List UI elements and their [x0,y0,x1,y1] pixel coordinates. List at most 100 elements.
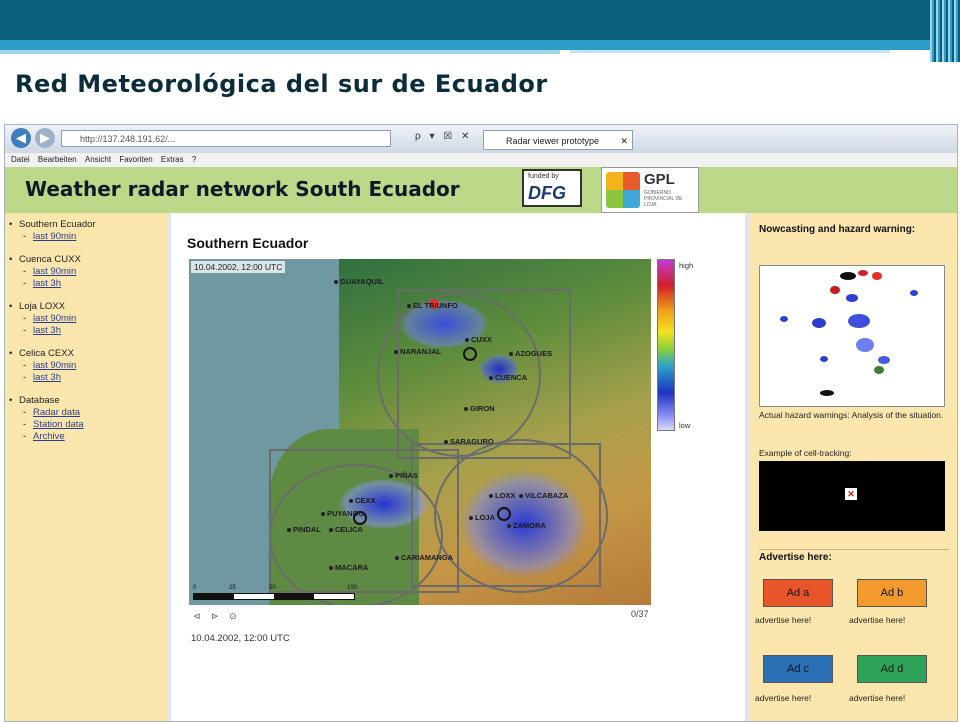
dfg-funded-by: funded by [528,173,559,180]
back-arrow-icon[interactable]: ◀ [11,128,31,148]
hazard-cell [846,294,858,302]
address-bar[interactable]: http://137.248.191.62/... [61,130,391,147]
city-label: PIÑAS [389,471,418,480]
scale-label: 0 [193,585,197,591]
sidebar-group-loja: Loja LOXX last 90min last 3h [9,301,167,336]
sidebar-group-database: Database Radar data Station data Archive [9,395,167,442]
city-label: PINDAL [287,525,321,534]
menu-bar: Datei Bearbeiten Ansicht Favoriten Extra… [5,153,957,168]
ad-d-button[interactable]: Ad d [857,655,927,683]
ad-b-button[interactable]: Ad b [857,579,927,607]
ad-note: advertise here! [755,693,812,703]
city-label: MACARA [329,563,368,572]
city-label: CEXX [349,496,375,505]
browser-tab[interactable]: Radar viewer prototype ✕ [483,130,633,150]
scale-label: 50 [269,585,276,591]
forward-arrow-icon[interactable]: ▶ [35,128,55,148]
legend-low-label: low [679,421,691,430]
hazard-caption: Actual hazard warnings: Analysis of the … [759,410,944,420]
browser-window: ◀ ▶ http://137.248.191.62/... ρ ▾ ☒ ✕ Ra… [4,124,958,722]
sidebar-link-last-90min[interactable]: last 90min [19,360,167,371]
site-header: Weather radar network South Ecuador fund… [5,167,957,213]
sidebar-group-celica: Celica CEXX last 90min last 3h [9,348,167,383]
hazard-cell [910,290,918,296]
city-label: SARAGURO [444,437,494,446]
sidebar-group-label: Southern Ecuador [9,219,167,230]
slide-accent-line [0,50,560,54]
gpl-mosaic-icon [606,172,640,208]
radar-box-cuxx [397,289,571,459]
slide-top-band [0,0,960,40]
sidebar-link-last-3h[interactable]: last 3h [19,372,167,383]
sidebar-link-last-90min[interactable]: last 90min [19,231,167,242]
ad-note: advertise here! [755,615,812,625]
scale-label: 100 [347,585,358,591]
city-label: CUENCA [489,373,527,382]
slide-accent-line-right [570,50,890,53]
site-title: Weather radar network South Ecuador [25,177,460,201]
gpl-logo-subtext: GOBIERNO PROVINCIAL DE LOJA [644,190,683,208]
sidebar-group-label: Celica CEXX [9,348,167,359]
animation-controls[interactable]: ⊲ ⊳ ⊙ [193,611,241,622]
menu-item-favoriten[interactable]: Favoriten [119,153,152,167]
hazard-cell [858,270,868,276]
city-label: GUAYAQUIL [334,277,384,286]
sidebar-link-archive[interactable]: Archive [19,431,167,442]
menu-item-extras[interactable]: Extras [161,153,184,167]
slide-accent-band [0,40,960,50]
city-label: NARANJAL [394,347,441,356]
main-content: Southern Ecuador GUAYAQUIL EL TRIUNFO NA… [171,213,745,721]
main-heading: Southern Ecuador [187,235,309,251]
dfg-logo: funded by DFG [522,169,582,207]
hazard-cell [848,314,870,328]
hazard-cell [856,338,874,352]
ad-a-button[interactable]: Ad a [763,579,833,607]
sidebar-link-last-90min[interactable]: last 90min [19,313,167,324]
ad-note: advertise here! [849,615,906,625]
sidebar-group-cuenca: Cuenca CUXX last 90min last 3h [9,254,167,289]
frame-counter: 0/37 [631,609,649,619]
cell-tracking-caption: Example of cell-tracking: [759,448,852,458]
dfg-logo-text: DFG [528,183,566,203]
ad-c-button[interactable]: Ad c [763,655,833,683]
city-label: VILCABAZA [519,491,568,500]
menu-item-help[interactable]: ? [192,153,196,167]
map-scale-bar [193,593,355,600]
hazard-warning-map[interactable] [759,265,945,407]
sidebar-group-label: Loja LOXX [9,301,167,312]
hazard-cell [840,272,856,280]
hazard-cell [874,366,884,374]
sidebar-group-label: Cuenca CUXX [9,254,167,265]
city-label: CUXX [465,335,492,344]
sidebar-link-last-90min[interactable]: last 90min [19,266,167,277]
city-label: EL TRIUNFO [407,301,458,310]
close-icon[interactable]: ✕ [620,131,628,151]
city-label: CELICA [329,525,363,534]
menu-item-datei[interactable]: Datei [11,153,30,167]
sidebar-group-label: Database [9,395,167,406]
hazard-cell [872,272,882,280]
sidebar: Southern Ecuador last 90min Cuenca CUXX … [5,213,167,721]
hazard-cell [780,316,788,322]
gpl-logo-text: GPL [644,171,675,188]
menu-item-bearbeiten[interactable]: Bearbeiten [38,153,77,167]
radar-site-cuxx-icon [463,347,477,361]
right-sidebar: Nowcasting and hazard warning: Actual ha… [749,213,957,721]
tab-title: Radar viewer prototype [506,136,600,146]
radar-site-loxx-icon [497,507,511,521]
sidebar-link-station-data[interactable]: Station data [19,419,167,430]
city-label: GIRON [464,404,495,413]
menu-item-ansicht[interactable]: Ansicht [85,153,111,167]
city-label: ZAMORA [507,521,546,530]
sidebar-link-last-3h[interactable]: last 3h [19,325,167,336]
hazard-cell [812,318,826,328]
address-bar-icons[interactable]: ρ ▾ ☒ ✕ [415,131,472,142]
scale-label: 25 [229,585,236,591]
sidebar-link-radar-data[interactable]: Radar data [19,407,167,418]
hazard-cell [820,390,834,396]
sidebar-link-last-3h[interactable]: last 3h [19,278,167,289]
radar-map[interactable]: GUAYAQUIL EL TRIUNFO NARANJAL CUXX AZOGU… [189,259,651,605]
intensity-legend [657,259,675,431]
slide-title: Red Meteorológica del sur de Ecuador [15,70,548,98]
bottom-timestamp: 10.04.2002, 12:00 UTC [191,633,290,644]
